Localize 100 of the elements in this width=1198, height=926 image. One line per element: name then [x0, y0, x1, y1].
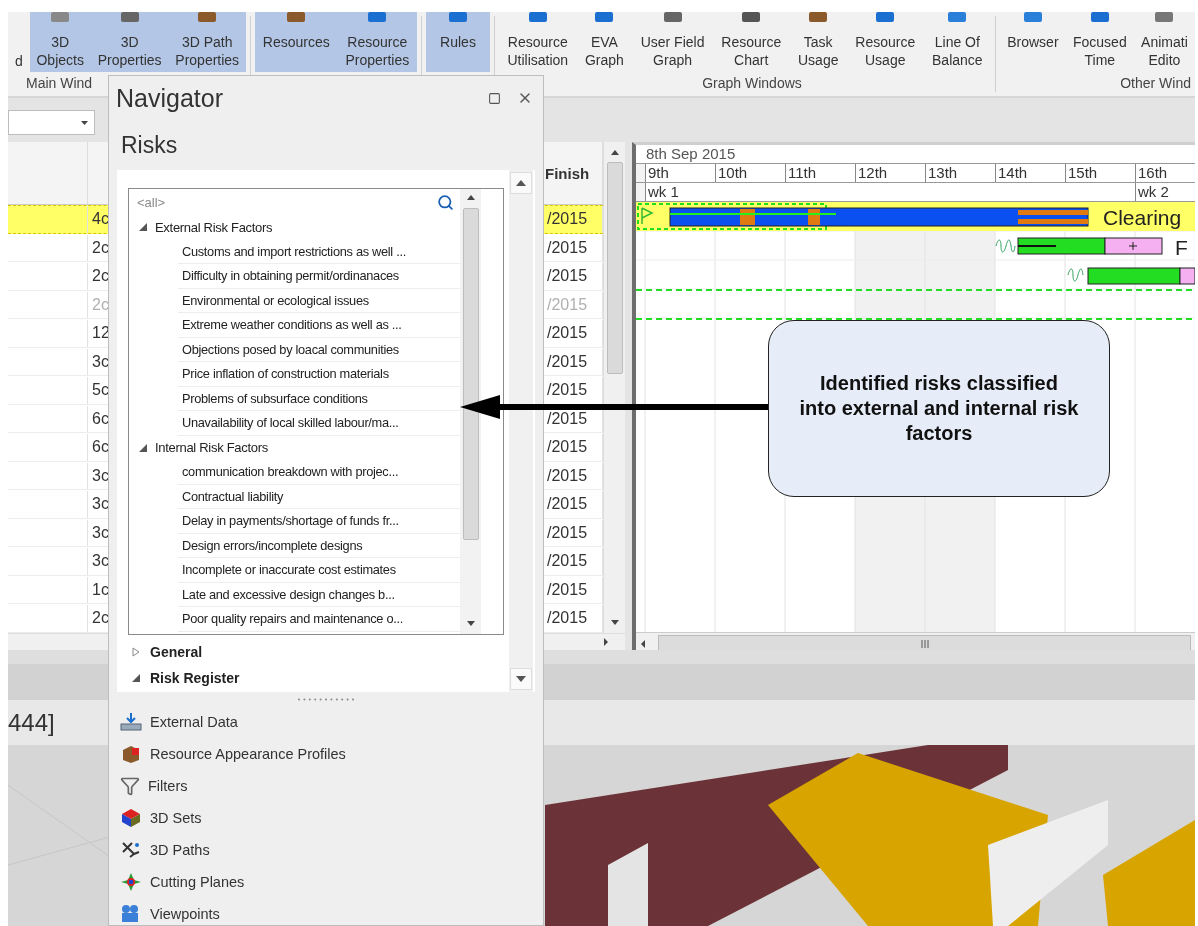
day-header: 16th [1136, 164, 1195, 182]
maximize-icon[interactable] [488, 91, 501, 105]
ribbon-button[interactable]: d [8, 12, 30, 72]
tree-item[interactable]: Problems of subsurface conditions [178, 386, 460, 411]
ribbon-icon [807, 12, 830, 24]
search-field[interactable]: <all> [129, 189, 460, 215]
ribbon-button[interactable]: Task Usage [789, 12, 847, 72]
caret-icon [81, 120, 88, 125]
panel-item[interactable]: 3D Paths [109, 834, 543, 866]
ribbon-button[interactable]: Rules [426, 12, 490, 72]
panel-item[interactable]: Resource Appearance Profiles [109, 738, 543, 770]
table-cell: /2015 [547, 552, 588, 571]
ribbon-button[interactable]: Animati Edito [1133, 12, 1195, 72]
up-arrow-icon [516, 180, 526, 186]
ribbon-button[interactable]: 3D Properties [90, 12, 169, 72]
tree-item[interactable]: Unavailability of local skilled labour/ma... [178, 411, 460, 436]
tree-item[interactable]: Poor quality repairs and maintenance o... [178, 607, 460, 632]
ribbon-button[interactable]: Focused Time [1065, 12, 1134, 72]
table-cell: /2015 [547, 580, 588, 599]
table-cell: 6c [92, 438, 109, 457]
scrollbar-thumb[interactable] [462, 208, 479, 540]
task-label: F [1175, 236, 1188, 259]
expanded-triangle-icon[interactable] [132, 674, 140, 682]
ribbon-icon [1021, 12, 1044, 24]
table-cell: /2015 [547, 438, 588, 457]
ribbon-icon [946, 12, 969, 24]
callout-text: Identified risks classified into external and internal risk factors [768, 320, 1110, 497]
table-cell: 2c [92, 295, 109, 314]
table-cell: 2c [92, 609, 109, 628]
tree-item[interactable]: Objections posed by loacal communities [178, 337, 460, 362]
scroll-down-button[interactable] [510, 668, 532, 690]
table-cell: 1c [92, 580, 109, 599]
section-header[interactable]: Risk Register [150, 670, 240, 686]
ribbon-button[interactable]: Resource Chart [712, 12, 790, 72]
table-cell: /2015 [547, 324, 588, 343]
ribbon-icon [285, 12, 308, 24]
panel-item[interactable]: External Data [109, 706, 543, 738]
ribbon-button[interactable]: Resource Properties [337, 12, 417, 72]
scrollbar-thumb[interactable] [606, 162, 623, 374]
cube-icon [120, 808, 142, 828]
scroll-left-icon[interactable] [640, 639, 646, 649]
download-icon [120, 712, 142, 732]
table-cell: 2c [92, 267, 109, 286]
tree-item[interactable]: Late and excessive design changes b... [178, 582, 460, 607]
tree-item[interactable]: Environmental or ecological issues [178, 288, 460, 313]
scrollbar-thumb[interactable] [658, 635, 1191, 650]
tree-item[interactable]: Incomplete or inaccurate cost estimates [178, 558, 460, 583]
column-header[interactable]: Finish [545, 164, 590, 182]
scroll-up-icon[interactable] [466, 195, 475, 200]
ribbon-button[interactable]: EVA Graph [576, 12, 633, 72]
table-cell: /2015 [547, 495, 588, 514]
panel-item[interactable]: 3D Sets [109, 802, 543, 834]
search-icon[interactable] [437, 193, 454, 211]
tree-group[interactable]: Internal Risk Factors [155, 440, 268, 456]
tree-item[interactable]: Difficulty in obtaining permit/ordinanaces [178, 264, 460, 289]
ribbon-icon [196, 12, 219, 24]
expanded-triangle-icon[interactable] [139, 223, 147, 232]
scroll-down-icon[interactable] [466, 621, 475, 626]
week-header: wk 1 [646, 183, 1136, 201]
panel-item[interactable]: Filters [109, 770, 543, 802]
table-cell: /2015 [547, 210, 588, 229]
tree-item[interactable]: Customs and import restrictions as well ... [178, 239, 460, 264]
collapsed-triangle-icon[interactable] [132, 647, 140, 657]
dropdown-field[interactable] [8, 110, 95, 135]
tree-item[interactable]: Extreme weather conditions as well as ... [178, 313, 460, 338]
ribbon-button[interactable]: 3D Objects [29, 12, 91, 72]
day-header: 12th [856, 164, 926, 182]
splitter-grip-icon[interactable] [296, 697, 356, 701]
day-header: 9th [646, 164, 716, 182]
table-cell: /2015 [547, 267, 588, 286]
section-header[interactable]: General [150, 644, 203, 660]
table-cell: 3c [92, 523, 109, 542]
ribbon-icon [526, 12, 549, 24]
ribbon-button[interactable]: 3D Path Properties [168, 12, 246, 72]
scroll-right-icon[interactable] [603, 637, 609, 647]
flag-icon [641, 207, 654, 225]
tree-item[interactable]: communication breakdown with projec... [178, 460, 460, 485]
ribbon-button[interactable]: Resource Utilisation [499, 12, 577, 72]
group-label: Main Wind [26, 75, 93, 91]
table-cell: 3c [92, 552, 109, 571]
tree-item[interactable]: Design errors/incomplete designs [178, 533, 460, 558]
tree-item[interactable]: Contractual liability [178, 484, 460, 509]
tree-item[interactable]: Delay in payments/shortage of funds fr... [178, 509, 460, 534]
expanded-triangle-icon[interactable] [139, 443, 147, 452]
table-cell: /2015 [547, 295, 588, 314]
scroll-up-button[interactable] [510, 172, 532, 194]
tree-group[interactable]: External Risk Factors [155, 219, 273, 235]
tree-item[interactable]: Price inflation of construction materials [178, 362, 460, 387]
ribbon-icon [661, 12, 684, 24]
ribbon-button[interactable]: User Field Graph [632, 12, 713, 72]
panel-item[interactable]: Cutting Planes [109, 866, 543, 898]
ribbon-button[interactable]: Browser [1000, 12, 1066, 72]
day-header: 10th [716, 164, 786, 182]
ribbon-button[interactable]: Line Of Balance [923, 12, 991, 72]
table-cell: /2015 [547, 409, 588, 428]
ribbon-icon [447, 12, 469, 24]
ribbon-button[interactable]: Resources [255, 12, 338, 72]
ribbon-button[interactable]: Resource Usage [846, 12, 924, 72]
table-cell: /2015 [547, 352, 588, 371]
panel-item[interactable]: Viewpoints [109, 898, 543, 925]
